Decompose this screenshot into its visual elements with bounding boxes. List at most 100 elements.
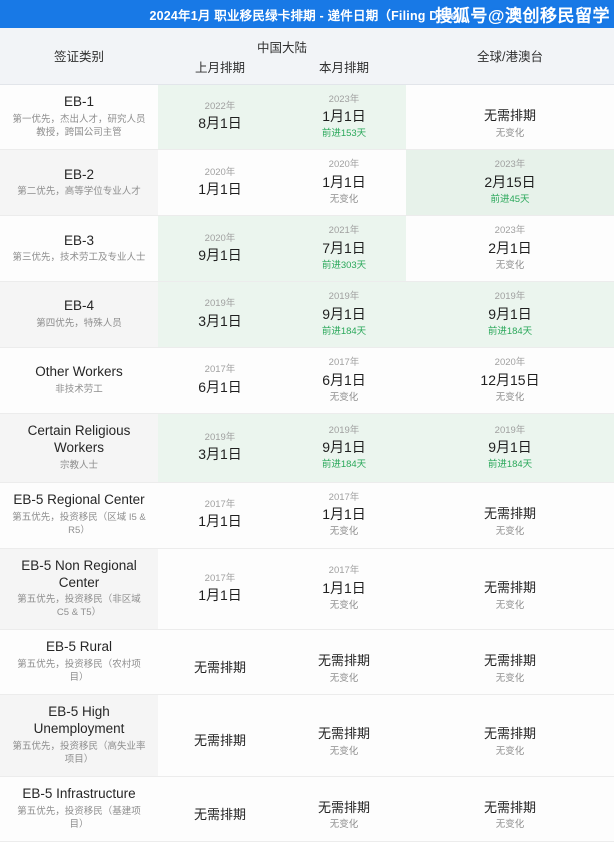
date-year: 2023年 [494, 159, 526, 171]
category-name: Other Workers [35, 364, 123, 380]
advance-note: 前进303天 [321, 260, 367, 272]
table-row: EB-5 Infrastructure 第五优先，投资移民（基建项目） 无需排期 无需… [0, 776, 614, 842]
date-value: 1月1日 [198, 513, 242, 530]
cell-prev: 2017年 1月1日 [158, 482, 282, 549]
cell-glob: 无需排期 无变化 [406, 776, 614, 842]
cell-glob: 无需排期 无变化 [406, 482, 614, 549]
date-value: 无需排期 [317, 726, 370, 742]
date-year: 2019年 [204, 431, 236, 443]
cell-category: EB-5 Regional Center 第五优先，投资移民（区域 I5 & R5… [0, 482, 158, 549]
category-name: EB-5 Regional Center [13, 492, 145, 508]
cell-prev: 2019年 3月1日 [158, 281, 282, 348]
date-value: 1月1日 [198, 180, 242, 197]
cell-prev: 2022年 8月1日 [158, 84, 282, 150]
no-change-note: 无变化 [495, 260, 525, 272]
no-change-note: 无变化 [329, 672, 359, 684]
category-name: EB-4 [63, 298, 94, 314]
cell-category: EB-2 第二优先，高等学位专业人才 [0, 149, 158, 216]
date-value: 无需排期 [193, 806, 246, 822]
table-row: EB-2 第二优先，高等学位专业人才 2020年 1月1日 2020年 1月1日 无变化 20… [0, 149, 614, 216]
category-description: 第二优先，高等学位专业人才 [17, 186, 141, 198]
cell-cur: 2021年 7月1日前进303天 [282, 215, 406, 282]
category-description: 第五优先，投资移民（非区域 C5 & T5） [17, 594, 141, 619]
cell-category: EB-5 Infrastructure 第五优先，投资移民（基建项目） [0, 776, 158, 842]
date-year-spacer [412, 566, 608, 579]
table-row: EB-5 Regional Center 第五优先，投资移民（区域 I5 & R5… [0, 482, 614, 549]
date-value: 6月1日 [198, 378, 242, 395]
table-row: EB-3 第三优先，技术劳工及专业人士 2020年 9月1日 2021年 7月1日 前进30… [0, 215, 614, 282]
cell-cur: 2019年 9月1日 前进184天 [282, 413, 406, 483]
cell-cur: 2020年 1月1日 无变化 [282, 149, 406, 216]
date-year: 2019年 [328, 424, 360, 436]
cell-prev: 无需排期 [158, 694, 282, 777]
date-value: 2月15日 [484, 173, 536, 190]
date-year-spacer [412, 94, 608, 107]
cell-glob: 无需排期 无变化 [406, 84, 614, 150]
cell-prev: 2019年 3月1日 [158, 413, 282, 483]
category-name: Certain Religious Workers [27, 423, 131, 456]
date-value: 3月1日 [198, 445, 242, 462]
cell-prev: 2017年 1月1日 [158, 548, 282, 630]
cell-prev: 2017年 6月1日 [158, 347, 282, 414]
date-year: 2017年 [204, 572, 236, 584]
table-row: EB-5 Rural 第五优先，投资移民（农村项目） 无需排期 无需排期 无变化 无需排期… [0, 629, 614, 695]
table-row: EB-5 High Unemployment 第五优先，投资移民（高失业率项目） 无… [0, 694, 614, 777]
date-value: 无需排期 [193, 733, 246, 749]
advance-note: 前进184天 [321, 459, 367, 471]
date-value: 1月1日 [322, 107, 366, 124]
table-body: EB-1 第一优先，杰出人才，研究人员教授，跨国公司主管 2022年 8月1日 2023… [0, 84, 614, 842]
date-value: 6月1日 [322, 371, 366, 388]
date-value: 无需排期 [483, 579, 536, 595]
no-change-note: 无变化 [495, 672, 525, 684]
date-year-spacer [288, 639, 400, 652]
cell-category: EB-5 Non Regional Center 第五优先，投资移民（非区域 C5… [0, 548, 158, 630]
date-value: 无需排期 [483, 799, 536, 815]
category-name: EB-1 [63, 94, 94, 110]
page-title: 2024年1月 职业移民绿卡排期 - 递件日期（Filing Date / [149, 8, 465, 23]
cell-cur: 2017年 1月1日无变化 [282, 482, 406, 549]
advance-note: 前进184天 [321, 325, 367, 337]
no-change-note: 无变化 [329, 526, 359, 538]
date-value: 1月1日 [322, 173, 366, 190]
no-change-note: 无变化 [495, 127, 525, 139]
date-year-spacer [164, 719, 276, 732]
date-value: 无需排期 [317, 799, 370, 815]
date-value: 7月1日 [322, 239, 366, 256]
date-value: 1月1日 [322, 506, 366, 523]
advance-note: 前进45天 [490, 194, 530, 206]
date-value: 9月1日 [488, 305, 532, 322]
no-change-note: 无变化 [495, 599, 525, 611]
date-year-spacer [288, 786, 400, 799]
category-name: EB-5 Rural [45, 639, 113, 655]
cell-glob: 2023年 2月15日前进45天 [406, 149, 614, 216]
date-year: 2020年 [204, 232, 236, 244]
date-year: 2017年 [328, 491, 360, 503]
cell-category: EB-5 Rural 第五优先，投资移民（农村项目） [0, 629, 158, 695]
date-year: 2017年 [328, 357, 360, 369]
date-value: 9月1日 [198, 246, 242, 263]
cell-cur: 2017年 1月1日 无变化 [282, 548, 406, 630]
table-row: EB-5 Non Regional Center 第五优先，投资移民（非区域 C5… [0, 548, 614, 630]
date-year: 2019年 [494, 291, 526, 303]
date-year-spacer [164, 793, 276, 806]
cell-prev: 无需排期 [158, 629, 282, 695]
cell-cur: 2019年 9月1日 前进184天 [282, 281, 406, 348]
column-header-prev-month: 上月排期 [194, 60, 245, 75]
date-value: 12月15日 [480, 371, 540, 388]
cell-glob: 2023年 2月1日 无变化 [406, 215, 614, 282]
category-description: 第五优先，投资移民（农村项目） [17, 659, 141, 684]
category-description: 第一优先，杰出人才，研究人员教授，跨国公司主管 [12, 114, 146, 138]
date-value: 9月1日 [322, 305, 366, 322]
cell-glob: 2020年 12月15日 无变化 [406, 347, 614, 414]
category-description: 第五优先，投资移民（高失业率项目） [12, 740, 146, 765]
no-change-note: 无变化 [495, 391, 525, 403]
cell-glob: 2019年 9月1日 前进184天 [406, 281, 614, 348]
category-name: EB-2 [63, 166, 94, 182]
cell-cur: 2017年 6月1日 无变化 [282, 347, 406, 414]
category-description: 第四优先，特殊人员 [36, 318, 122, 330]
date-year: 2021年 [328, 225, 360, 237]
date-value: 3月1日 [198, 312, 242, 329]
table-row: EB-1 第一优先，杰出人才，研究人员教授，跨国公司主管 2022年 8月1日 2023… [0, 84, 614, 150]
column-header-global: 全球/港澳台 [406, 28, 614, 85]
cell-cur: 无需排期 无变化 [282, 776, 406, 842]
